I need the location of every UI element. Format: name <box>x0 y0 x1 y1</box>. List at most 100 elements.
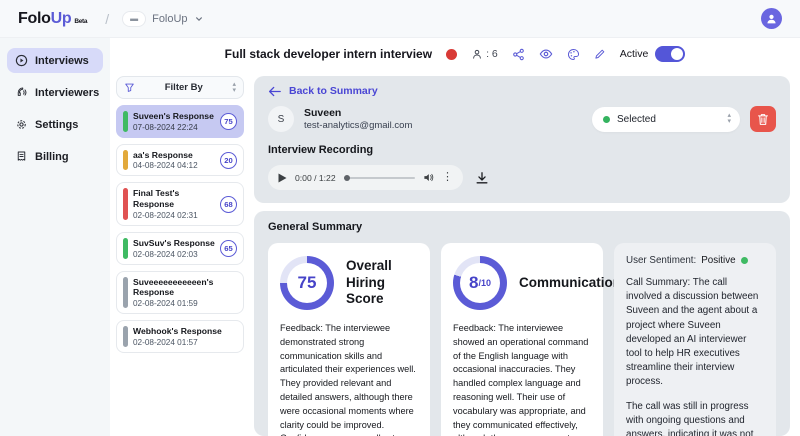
response-status-bar <box>123 238 128 259</box>
breadcrumb-separator: / <box>105 11 109 27</box>
response-list-item[interactable]: Suveeeeeeeeeeen's Response 02-08-2024 01… <box>116 271 244 314</box>
respondents-count: : 6 <box>471 48 498 60</box>
score-card-title: Overall Hiring Score <box>346 258 418 309</box>
preview-button[interactable] <box>539 47 553 61</box>
response-status-bar <box>123 111 128 132</box>
response-status-bar <box>123 277 128 308</box>
score-ring: 75 <box>280 256 334 310</box>
user-avatar[interactable] <box>761 8 782 29</box>
respondent-email: test-analytics@gmail.com <box>304 120 412 131</box>
candidate-status-select[interactable]: Selected ▴▾ <box>592 107 740 132</box>
general-summary-panel: General Summary 75 Overall Hiring Score … <box>254 211 790 436</box>
overall-score-card: 75 Overall Hiring Score Feedback: The in… <box>268 243 430 436</box>
audio-menu-icon[interactable]: ⋮ <box>442 172 453 183</box>
responses-panel: Filter By ▴▾ Suveen's Response 07-08-202… <box>116 76 244 436</box>
response-name: aa's Response <box>133 150 215 161</box>
top-header: FoloUpBeta / ▬ FoloUp <box>0 0 800 38</box>
sidebar-item-interviews[interactable]: Interviews <box>7 48 103 73</box>
logo-accent: Up <box>51 10 72 28</box>
score-card-title: Communication <box>519 275 621 292</box>
respondent-name: Suveen <box>304 107 412 119</box>
response-status-bar <box>123 150 128 171</box>
back-to-summary-link[interactable]: Back to Summary <box>268 85 378 97</box>
response-name: Webhook's Response <box>133 326 237 337</box>
play-icon[interactable] <box>278 173 287 183</box>
sentiment-dot <box>741 257 748 264</box>
response-date: 07-08-2024 22:24 <box>133 123 215 132</box>
response-score-badge: 75 <box>220 113 237 130</box>
call-summary-paragraph: Call Summary: The call involved a discus… <box>626 276 764 390</box>
response-list-item[interactable]: Final Test's Response 02-08-2024 02:31 6… <box>116 182 244 225</box>
summary-title: General Summary <box>268 221 776 233</box>
share-button[interactable] <box>512 48 525 61</box>
sentiment-card: User Sentiment: Positive Call Summary: T… <box>614 243 776 436</box>
workspace-name: FoloUp <box>152 13 187 25</box>
arrow-left-icon <box>268 86 281 97</box>
respondent-avatar: S <box>268 106 294 132</box>
response-list-item[interactable]: SuvSuv's Response 02-08-2024 02:03 65 <box>116 232 244 265</box>
sidebar-item-label: Billing <box>35 151 69 163</box>
response-list-item[interactable]: aa's Response 04-08-2024 04:12 20 <box>116 144 244 177</box>
score-value: 75 <box>298 273 317 293</box>
recording-title: Interview Recording <box>268 144 776 156</box>
sidebar-item-interviewers[interactable]: Interviewers <box>7 80 103 105</box>
beta-badge: Beta <box>74 18 87 25</box>
response-date: 02-08-2024 02:03 <box>133 250 215 259</box>
response-name: SuvSuv's Response <box>133 238 215 249</box>
volume-icon[interactable] <box>423 172 434 183</box>
chevron-down-icon <box>195 15 203 23</box>
response-date: 02-08-2024 02:31 <box>133 211 215 220</box>
response-name: Suveen's Response <box>133 111 215 122</box>
communication-score-card: 8/10 Communication Feedback: The intervi… <box>441 243 603 436</box>
back-label: Back to Summary <box>289 85 378 97</box>
active-toggle[interactable] <box>655 46 685 62</box>
filter-label: Filter By <box>141 82 226 93</box>
response-list-item[interactable]: Webhook's Response 02-08-2024 01:57 <box>116 320 244 353</box>
edit-button[interactable] <box>594 48 606 60</box>
active-label: Active <box>620 48 649 60</box>
audio-seek-bar[interactable] <box>344 177 415 179</box>
response-list-item[interactable]: Suveen's Response 07-08-2024 22:24 75 <box>116 105 244 138</box>
interviews-icon <box>15 54 28 67</box>
response-score-badge: 20 <box>220 152 237 169</box>
sort-chevrons-icon: ▴▾ <box>232 82 236 93</box>
filter-by-dropdown[interactable]: Filter By ▴▾ <box>116 76 244 99</box>
sidebar-item-label: Interviews <box>35 55 89 67</box>
audio-player[interactable]: 0:00 / 1:22 ⋮ <box>268 165 463 190</box>
sidebar: Interviews Interviewers Settings Billing <box>0 38 110 436</box>
respondent-header-panel: Back to Summary S Suveen test-analytics@… <box>254 76 790 203</box>
sentiment-label: User Sentiment: <box>626 255 696 266</box>
response-name: Final Test's Response <box>133 188 215 209</box>
response-score-badge: 65 <box>220 240 237 257</box>
download-recording-button[interactable] <box>475 171 489 185</box>
workspace-switcher[interactable]: ▬ FoloUp <box>123 12 202 26</box>
theme-button[interactable] <box>567 48 580 61</box>
response-date: 02-08-2024 01:59 <box>133 299 237 308</box>
sidebar-item-settings[interactable]: Settings <box>7 112 103 137</box>
workspace-avatar: ▬ <box>123 12 145 26</box>
sidebar-item-label: Interviewers <box>35 87 99 99</box>
recording-dot <box>446 49 457 60</box>
sidebar-item-label: Settings <box>35 119 78 131</box>
status-dot <box>603 116 610 123</box>
funnel-icon <box>124 82 135 93</box>
person-icon <box>471 48 483 60</box>
response-date: 04-08-2024 04:12 <box>133 161 215 170</box>
person-icon <box>765 12 778 25</box>
sidebar-item-billing[interactable]: Billing <box>7 144 103 169</box>
score-value: 8 <box>469 273 478 293</box>
response-name: Suveeeeeeeeeeen's Response <box>133 277 237 298</box>
response-date: 02-08-2024 01:57 <box>133 338 237 347</box>
audio-time: 0:00 / 1:22 <box>295 173 336 183</box>
interview-toolbar: Full stack developer intern interview : … <box>110 38 800 70</box>
app-logo[interactable]: FoloUpBeta <box>18 10 87 28</box>
response-score-badge: 68 <box>220 196 237 213</box>
delete-response-button[interactable] <box>750 106 776 132</box>
call-summary-paragraph: The call was still in progress with ongo… <box>626 400 764 436</box>
score-feedback: Feedback: The interviewee showed an oper… <box>453 322 591 436</box>
response-status-bar <box>123 188 128 219</box>
download-icon <box>475 171 489 185</box>
status-value: Selected <box>617 114 720 125</box>
score-suffix: /10 <box>478 278 491 288</box>
toggle-knob <box>671 48 683 60</box>
